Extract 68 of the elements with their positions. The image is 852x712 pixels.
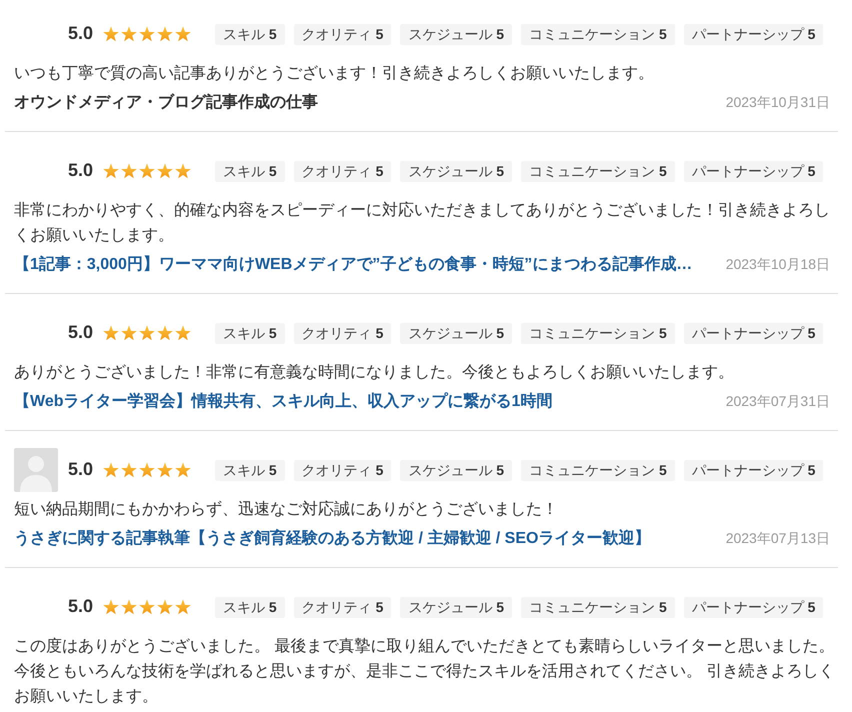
star-icon: [157, 26, 174, 42]
star-icon: [121, 599, 138, 615]
job-title: オウンドメディア・ブログ記事作成の仕事: [14, 92, 318, 113]
star-icon: [157, 163, 174, 179]
rating-tag: スケジュール 5: [400, 596, 512, 618]
star-icon: [139, 163, 156, 179]
star-icon: [103, 26, 120, 42]
rating-tag: クオリティ 5: [294, 322, 392, 344]
rating-tag: スキル 5: [215, 460, 285, 480]
star-icon: [139, 325, 156, 341]
review-comment: いつも丁寧で質の高い記事ありがとうございます！引き続きよろしくお願いいたします。: [14, 64, 655, 84]
star-icon: [175, 325, 192, 341]
rating-score: 5.0: [68, 23, 94, 45]
star-icon: [175, 26, 192, 42]
star-icon: [121, 26, 138, 42]
star-icon: [175, 462, 192, 478]
review-date: 2023年10月31日: [724, 93, 830, 112]
rating-tag: スケジュール 5: [400, 160, 512, 182]
rating-tag: コミュニケーション 5: [521, 460, 675, 480]
rating-tag: クオリティ 5: [294, 160, 392, 182]
star-icon: [175, 599, 192, 615]
job-link[interactable]: 【1記事：3,000円】ワーママ向けWEBメディアで”子どもの食事・時短”にまつわる記事作成…: [14, 252, 692, 277]
rating-tag: スキル 5: [215, 160, 285, 182]
star-icon: [139, 462, 156, 478]
star-icon: [157, 462, 174, 478]
star-icon: [139, 599, 156, 615]
star-icon: [157, 325, 174, 341]
rating-score: 5.0: [68, 322, 94, 344]
star-icon: [139, 26, 156, 42]
rating-tag: パートナーシップ 5: [684, 322, 824, 344]
rating-tag: クオリティ 5: [294, 460, 392, 480]
star-icon: [103, 599, 120, 615]
rating-tag: スケジュール 5: [400, 24, 512, 44]
rating-score: 5.0: [68, 459, 94, 481]
rating-tag: コミュニケーション 5: [521, 596, 675, 618]
rating-tag: パートナーシップ 5: [684, 24, 824, 44]
rating-tag: コミュニケーション 5: [521, 322, 675, 344]
job-link[interactable]: うさぎに関する記事執筆【うさぎ飼育経験のある方歓迎 / 主婦歓迎 / SEOライター歓迎】: [14, 526, 650, 551]
review-date: 2023年07月13日: [724, 529, 830, 548]
star-icon: [121, 325, 138, 341]
rating-tag: クオリティ 5: [294, 24, 392, 44]
rating-tag: コミュニケーション 5: [521, 24, 675, 44]
review-comment: ありがとうございました！非常に有意義な時間になりました。今後ともよろしくお願いいたします。: [14, 362, 735, 383]
rating-tag: スキル 5: [215, 596, 285, 618]
star-icon: [175, 163, 192, 179]
review-comment: 非常にわかりやすく、的確な内容をスピーディーに対応いただきましてありがとうございました！引き続きよろしくお願いいたします。: [14, 200, 831, 246]
star-icon: [157, 599, 174, 615]
star-icon: [103, 462, 120, 478]
review-comment: この度はありがとうございました。 最後まで真摯に取り組んでいただきとても素晴らしいライターと思いました。今後ともいろんな技術を学ばれると思いますが、是非ここで得たスキルを活用されてください。 引き続きよろしくお願いいたします。: [14, 636, 836, 707]
job-link[interactable]: 【Webライター学習会】情報共有、スキル向上、収入アップに繋がる1時間: [14, 389, 552, 414]
rating-tag: スケジュール 5: [400, 322, 512, 344]
rating-tag: パートナーシップ 5: [684, 596, 824, 618]
rating-tag: スキル 5: [215, 322, 285, 344]
review-date: 2023年10月18日: [724, 255, 830, 274]
rating-tag: パートナーシップ 5: [684, 160, 824, 182]
rating-tag: コミュニケーション 5: [521, 160, 675, 182]
rating-score: 5.0: [68, 160, 94, 182]
rating-tag: パートナーシップ 5: [684, 460, 824, 480]
star-icon: [121, 163, 138, 179]
rating-tag: スケジュール 5: [400, 460, 512, 480]
star-icon: [121, 462, 138, 478]
review-comment: 短い納品期間にもかかわらず、迅速なご対応誠にありがとうございました！: [14, 500, 559, 520]
rating-tag: クオリティ 5: [294, 596, 392, 618]
star-icon: [103, 325, 120, 341]
rating-tag: スキル 5: [215, 24, 285, 44]
review-date: 2023年07月31日: [724, 392, 830, 411]
star-icon: [103, 163, 120, 179]
rating-score: 5.0: [68, 596, 94, 618]
